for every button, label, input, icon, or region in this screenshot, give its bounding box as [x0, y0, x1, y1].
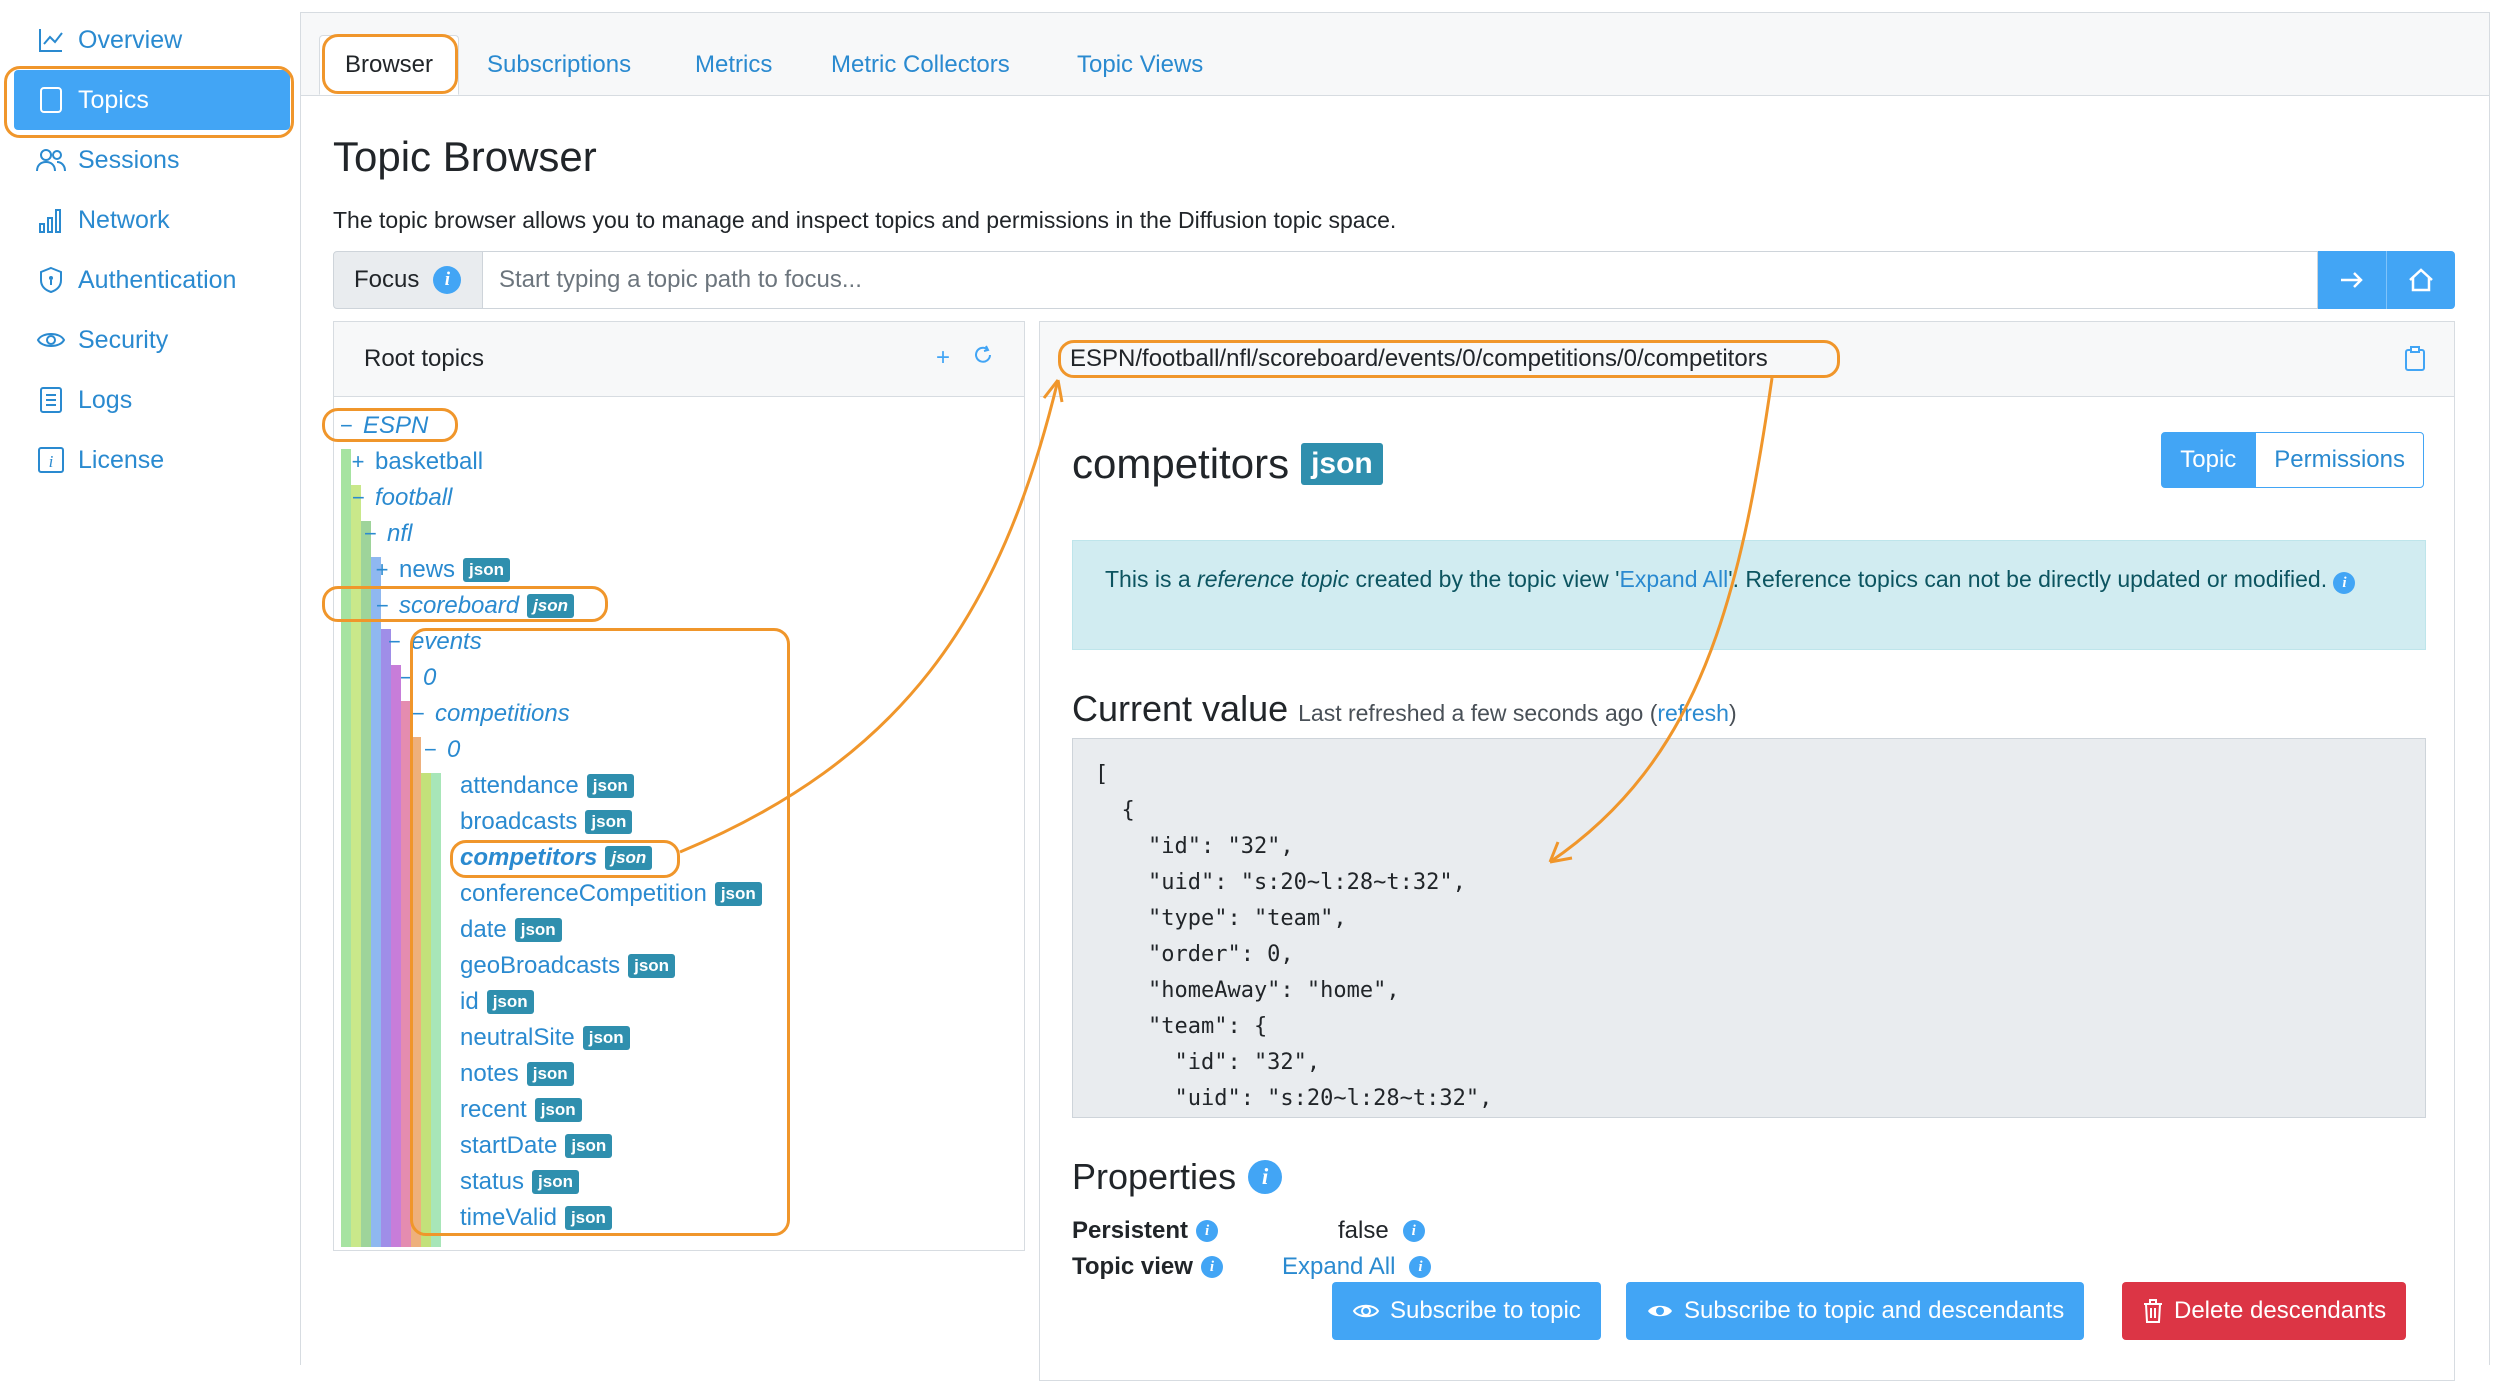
annotation-arrows	[679, 377, 1774, 864]
